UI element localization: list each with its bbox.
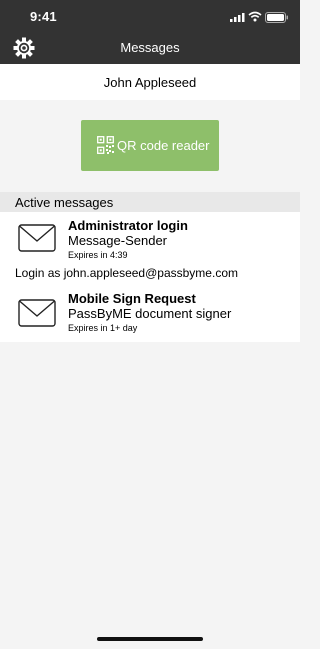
user-name-bar: John Appleseed [0,64,300,100]
message-sender: PassByME document signer [68,306,232,321]
cellular-signal-icon [230,13,245,22]
nav-bar: Messages [0,32,300,64]
section-title: Active messages [15,195,114,210]
home-indicator[interactable] [97,637,203,641]
qr-code-reader-button[interactable]: QR code reader [81,120,219,171]
page-title: Messages [120,40,180,55]
user-name: John Appleseed [103,75,197,90]
messages-list: Administrator login Message-Sender Expir… [0,212,300,342]
message-sender: Message-Sender [68,233,167,248]
message-title: Administrator login [68,218,188,233]
qr-button-label: QR code reader [117,138,210,153]
message-expiry: Expires in 4:39 [68,250,128,260]
envelope-icon [18,299,56,327]
status-bar: 9:41 [0,0,300,32]
battery-icon [265,12,288,23]
status-time: 9:41 [30,9,57,24]
qr-code-icon [97,136,114,154]
message-detail: Login as john.appleseed@passbyme.com [15,266,238,280]
message-title: Mobile Sign Request [68,291,196,306]
envelope-icon [18,224,56,252]
wifi-icon [248,11,262,22]
message-item[interactable]: Mobile Sign Request PassByME document si… [0,286,300,342]
message-item[interactable]: Administrator login Message-Sender Expir… [0,212,300,284]
message-expiry: Expires in 1+ day [68,323,138,333]
section-header: Active messages [0,192,300,212]
